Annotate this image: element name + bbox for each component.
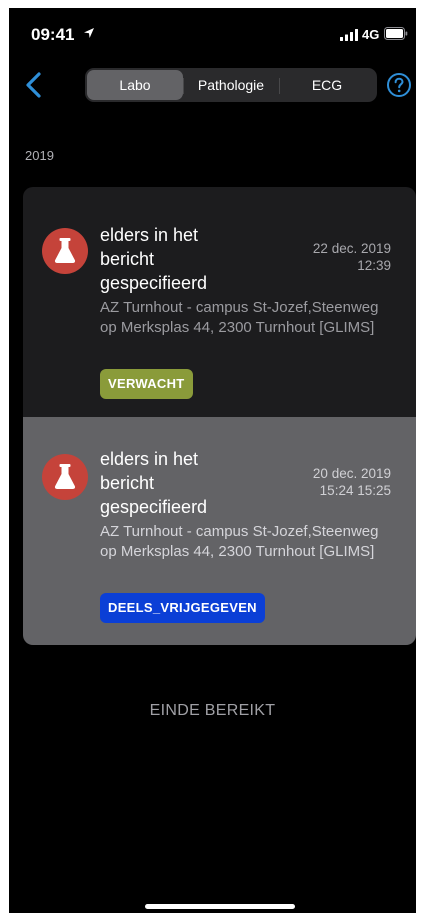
end-of-list-label: EINDE BEREIKT (149, 702, 276, 719)
result-date-day: 22 dec. 2019 (312, 241, 391, 256)
status-badge: DEELS_VRIJGEGEVEN (100, 593, 265, 623)
clock: 09:41 (31, 25, 75, 44)
category-segmented-control: Labo Pathologie ECG (85, 68, 377, 102)
result-date-time: 15:24 15:25 (319, 483, 391, 498)
result-date-day: 20 dec. 2019 (312, 466, 391, 481)
result-date-time: 12:39 (357, 258, 391, 273)
app-screen: 09:41 4G Labo Pathologie ECG 2019 elders… (9, 8, 416, 913)
result-title: elders in het bericht gespecifieerd (100, 449, 208, 517)
tab-pathologie[interactable]: Pathologie (183, 70, 279, 100)
help-icon[interactable] (386, 72, 412, 98)
tab-labo[interactable]: Labo (87, 70, 183, 100)
tab-ecg[interactable]: ECG (279, 70, 375, 100)
home-indicator[interactable] (145, 904, 295, 909)
lab-icon-badge (42, 454, 88, 500)
network-type: 4G (362, 27, 380, 42)
cellular-signal-icon (340, 29, 358, 41)
location-arrow-icon (84, 28, 94, 38)
result-location: AZ Turnhout - campus St-Jozef,Steenweg o… (100, 299, 379, 336)
lab-icon-badge (42, 228, 88, 274)
result-card[interactable]: elders in het bericht gespecifieerd 20 d… (23, 417, 416, 645)
flask-icon (54, 464, 76, 489)
result-date: 20 dec. 2019 15:24 15:25 (281, 465, 391, 499)
status-badge: VERWACHT (100, 369, 193, 399)
result-title: elders in het bericht gespecifieerd (100, 225, 208, 293)
section-year-header: 2019 (25, 148, 54, 163)
battery-icon (384, 27, 408, 40)
result-card[interactable]: elders in het bericht gespecifieerd 22 d… (23, 187, 416, 417)
flask-icon (54, 238, 76, 263)
result-date: 22 dec. 2019 12:39 (281, 240, 391, 274)
nav-bar: Labo Pathologie ECG (9, 60, 416, 110)
back-chevron-icon[interactable] (23, 70, 45, 100)
result-location: AZ Turnhout - campus St-Jozef,Steenweg o… (100, 523, 379, 560)
status-bar: 09:41 4G (9, 8, 416, 60)
